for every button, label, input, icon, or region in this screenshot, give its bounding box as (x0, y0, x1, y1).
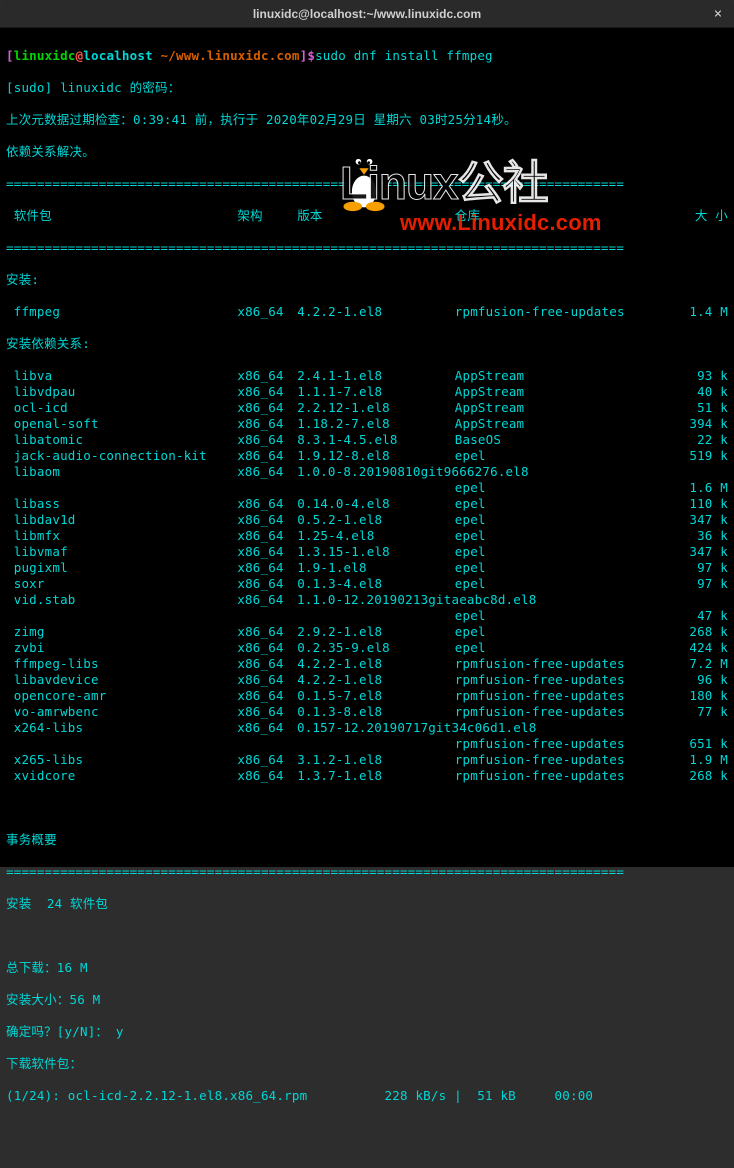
install-count: 安装 24 软件包 (6, 896, 728, 912)
download-progress: (1/24): ocl-icd-2.2.12-1.el8.x86_64.rpm … (6, 1088, 728, 1104)
table-row: soxrx86_640.1.3-4.el8epel97 k (6, 576, 728, 592)
table-row: vid.stabx86_641.1.0-12.20190213gitaeabc8… (6, 592, 728, 608)
table-row: zvbix86_640.2.35-9.el8epel424 k (6, 640, 728, 656)
metadata-line: 上次元数据过期检查：0:39:41 前，执行于 2020年02月29日 星期六 … (6, 112, 728, 128)
table-row: epel1.6 M (6, 480, 728, 496)
command-text: sudo dnf install ffmpeg (315, 48, 493, 63)
table-row: rpmfusion-free-updates651 k (6, 736, 728, 752)
section-deps: 安装依赖关系: (6, 336, 728, 352)
separator: ========================================… (6, 864, 728, 880)
table-row: libaomx86_641.0.0-8.20190810git9666276.e… (6, 464, 728, 480)
table-row: libvdpaux86_641.1.1-7.el8AppStream40 k (6, 384, 728, 400)
prompt-line: [linuxidc@localhost ~/www.linuxidc.com]$… (6, 48, 728, 64)
section-install: 安装: (6, 272, 728, 288)
table-row: vo-amrwbencx86_640.1.3-8.el8rpmfusion-fr… (6, 704, 728, 720)
confirm-prompt: 确定吗？[y/N]： y (6, 1024, 728, 1040)
table-header: 软件包架构版本仓库大 小 (6, 208, 728, 224)
table-row: libassx86_640.14.0-4.el8epel110 k (6, 496, 728, 512)
txn-summary-title: 事务概要 (6, 832, 728, 848)
table-row: ocl-icdx86_642.2.12-1.el8AppStream51 k (6, 400, 728, 416)
separator: ========================================… (6, 240, 728, 256)
table-row: libatomicx86_648.3.1-4.5.el8BaseOS22 k (6, 432, 728, 448)
table-row: xvidcorex86_641.3.7-1.el8rpmfusion-free-… (6, 768, 728, 784)
table-row: jack-audio-connection-kitx86_641.9.12-8.… (6, 448, 728, 464)
table-row: pugixmlx86_641.9-1.el8epel97 k (6, 560, 728, 576)
downloading-label: 下载软件包： (6, 1056, 728, 1072)
window-title: linuxidc@localhost:~/www.linuxidc.com (253, 6, 481, 22)
table-row: ffmpeg-libsx86_644.2.2-1.el8rpmfusion-fr… (6, 656, 728, 672)
close-icon[interactable]: × (710, 6, 726, 22)
table-row: ffmpegx86_644.2.2-1.el8rpmfusion-free-up… (6, 304, 728, 320)
separator: ========================================… (6, 176, 728, 192)
table-row: opencore-amrx86_640.1.5-7.el8rpmfusion-f… (6, 688, 728, 704)
table-row: x264-libsx86_640.157-12.20190717git34c06… (6, 720, 728, 736)
table-row: openal-softx86_641.18.2-7.el8AppStream39… (6, 416, 728, 432)
sudo-prompt: [sudo] linuxidc 的密码： (6, 80, 728, 96)
install-size: 安装大小：56 M (6, 992, 728, 1008)
table-row: libmfxx86_641.25-4.el8epel36 k (6, 528, 728, 544)
table-row: x265-libsx86_643.1.2-1.el8rpmfusion-free… (6, 752, 728, 768)
table-row: libvax86_642.4.1-1.el8AppStream93 k (6, 368, 728, 384)
table-row: libdav1dx86_640.5.2-1.el8epel347 k (6, 512, 728, 528)
terminal-output[interactable]: [linuxidc@localhost ~/www.linuxidc.com]$… (0, 28, 734, 867)
table-row: libavdevicex86_644.2.2-1.el8rpmfusion-fr… (6, 672, 728, 688)
table-row: libvmafx86_641.3.15-1.el8epel347 k (6, 544, 728, 560)
total-download: 总下载：16 M (6, 960, 728, 976)
window-titlebar: linuxidc@localhost:~/www.linuxidc.com × (0, 0, 734, 28)
table-row: zimgx86_642.9.2-1.el8epel268 k (6, 624, 728, 640)
table-row: epel47 k (6, 608, 728, 624)
deps-resolved: 依赖关系解决。 (6, 144, 728, 160)
